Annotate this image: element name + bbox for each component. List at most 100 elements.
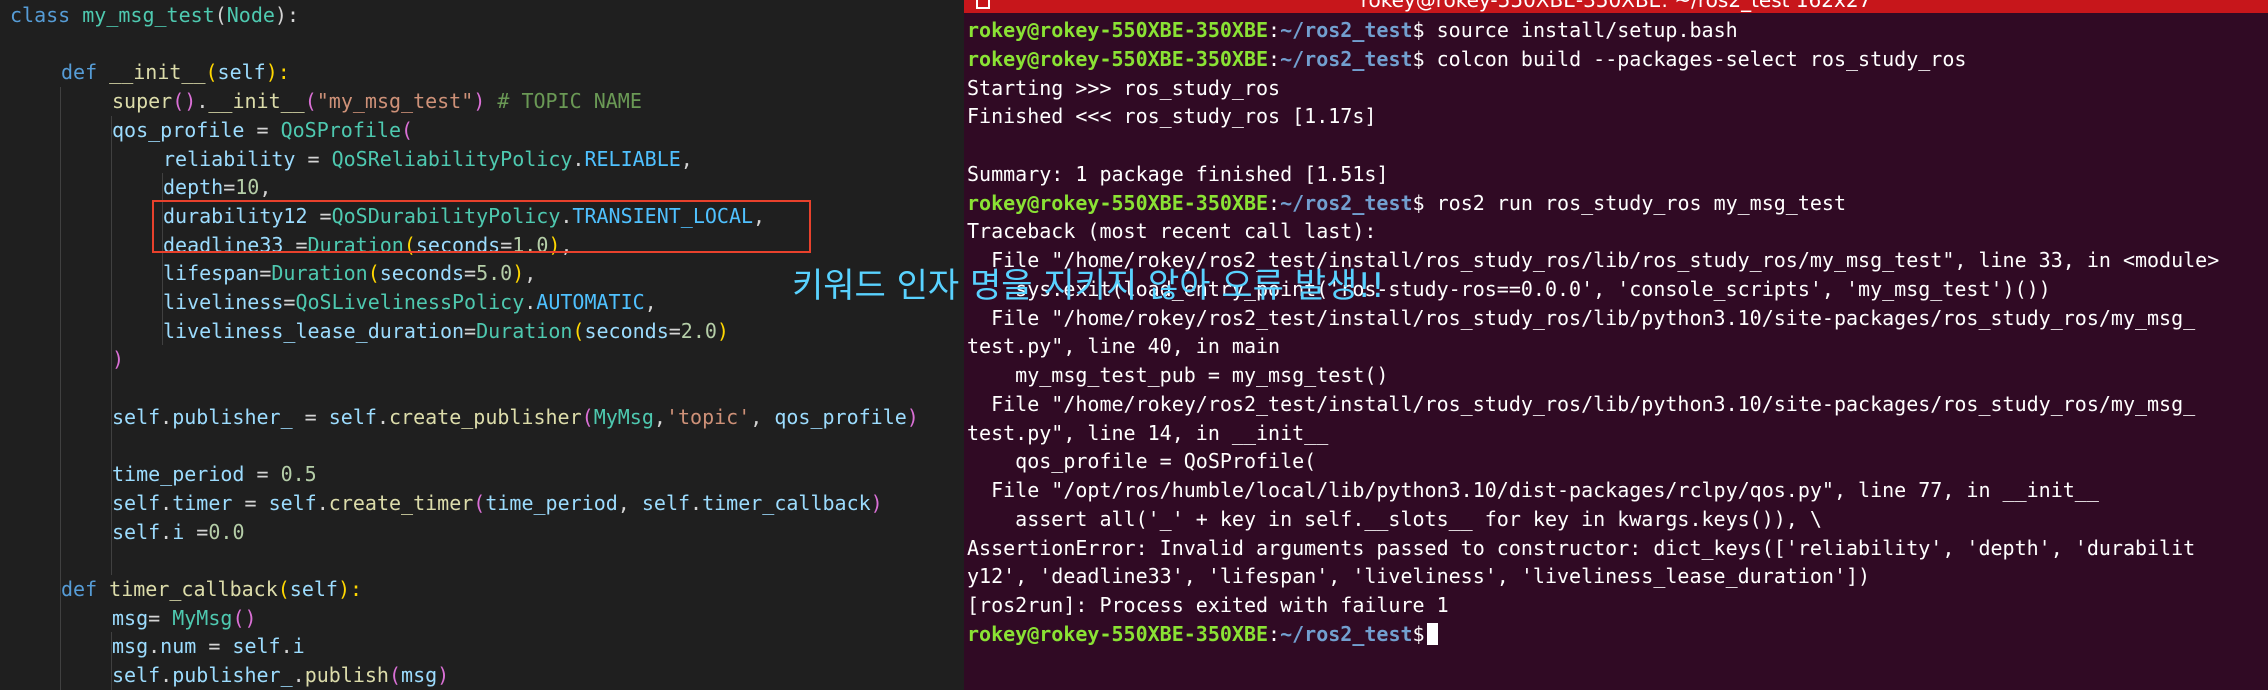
terminal-line: my_msg_test_pub = my_msg_test() <box>967 361 1388 389</box>
code-line: self.i =0.0 <box>112 518 244 546</box>
prompt-path: ~/ros2_test <box>1280 46 1413 71</box>
code-token: . <box>148 634 161 659</box>
code-token: 2.0 <box>680 318 717 343</box>
code-token: ( <box>205 60 218 85</box>
code-token: i <box>172 519 185 544</box>
code-token: my_msg_test <box>82 3 215 27</box>
output-text: Finished <<< ros_study_ros [1.17s] <box>967 104 1377 129</box>
code-token: timer_callback <box>109 577 278 601</box>
code-token: self <box>112 404 161 429</box>
code-token: . <box>196 89 209 114</box>
prompt-path: ~/ros2_test <box>1280 621 1413 646</box>
indent-guide <box>60 87 61 690</box>
terminal-line: rokey@rokey-550XBE-350XBE:~/ros2_test$ <box>967 620 1438 648</box>
code-token: self <box>641 490 691 515</box>
prompt-user: rokey@rokey-550XBE-350XBE <box>967 46 1269 71</box>
code-token: QoSLivelinessPolicy <box>295 290 525 314</box>
code-line: self.publisher_.publish(msg) <box>112 661 449 689</box>
code-line: msg= MyMsg() <box>112 604 257 632</box>
code-token: depth <box>163 175 224 200</box>
code-token: liveliness <box>163 290 284 314</box>
code-token: self <box>112 663 161 688</box>
code-token: Duration <box>476 318 573 343</box>
command-text: source install/setup.bash <box>1424 18 1738 42</box>
code-line: def __init__(self): <box>61 58 290 86</box>
terminal-line: [ros2run]: Process exited with failure 1 <box>967 591 1449 619</box>
prompt-separator: : <box>1268 46 1281 71</box>
code-token: self <box>217 60 266 85</box>
code-editor-pane[interactable]: class my_msg_test(Node):def __init__(sel… <box>0 0 964 690</box>
code-token: = <box>668 318 681 343</box>
code-token: publish <box>304 663 389 688</box>
prompt-user: rokey@rokey-550XBE-350XBE <box>967 190 1269 215</box>
code-token: = <box>283 290 296 314</box>
code-token: . <box>572 146 585 171</box>
code-token: ) <box>870 490 883 515</box>
code-token: = <box>292 404 329 429</box>
code-token: self <box>289 577 338 601</box>
code-token: timer <box>172 490 233 515</box>
code-token: self <box>112 490 161 515</box>
terminal-window[interactable]: rokey@rokey-550XBE-350XBE: ~/ros2_test 1… <box>964 0 2268 690</box>
code-token: ( <box>388 663 402 688</box>
code-line: class my_msg_test(Node): <box>10 1 299 29</box>
code-token: publisher_ <box>172 404 293 429</box>
code-token: msg <box>112 605 149 630</box>
code-token: ): <box>337 577 363 601</box>
code-token: self <box>328 404 377 429</box>
terminal-cursor <box>1426 622 1438 645</box>
error-highlight-box <box>152 200 811 253</box>
terminal-line: Starting >>> ros_study_ros <box>967 74 1280 102</box>
code-token: . <box>316 490 329 515</box>
code-token: time_period <box>112 462 245 487</box>
code-line: reliability = QoSReliabilityPolicy.RELIA… <box>163 145 693 173</box>
code-token: 5.0 <box>476 261 513 286</box>
terminal-line: Traceback (most recent call last): <box>967 217 1376 245</box>
code-token: ( <box>581 404 594 429</box>
output-text: qos_profile = QoSProfile( <box>967 449 1317 474</box>
output-text: File "/home/rokey/ros2_test/install/ros_… <box>967 391 2196 416</box>
code-token: __init__ <box>208 89 305 114</box>
code-token: self <box>232 634 281 659</box>
prompt-symbol: $ <box>1412 46 1425 71</box>
code-token: seconds <box>379 261 465 286</box>
code-token: lifespan <box>163 261 260 286</box>
command-text: colcon build --packages-select ros_study… <box>1424 46 1967 71</box>
terminal-line: Finished <<< ros_study_ros [1.17s] <box>967 102 1376 130</box>
code-token: reliability <box>163 146 296 171</box>
code-token: , <box>680 146 693 171</box>
code-token: 0.5 <box>280 462 317 487</box>
code-token: num <box>160 634 197 659</box>
code-token: ( <box>214 3 227 27</box>
code-token: ) <box>473 89 486 114</box>
code-line: qos_profile = QoSProfile( <box>112 116 413 144</box>
code-token: self <box>112 519 161 544</box>
code-token: ): <box>274 3 300 27</box>
output-text: test.py", line 40, in main <box>967 334 1281 359</box>
code-token: = <box>295 146 332 171</box>
code-token: ) <box>512 261 525 286</box>
code-token: ) <box>437 663 450 688</box>
code-token: . <box>292 663 305 688</box>
terminal-line: Summary: 1 package finished [1.51s] <box>967 160 1388 188</box>
output-text: [ros2run]: Process exited with failure 1 <box>967 593 1449 617</box>
output-text: Starting >>> ros_study_ros <box>967 75 1281 100</box>
code-token: = <box>232 490 269 515</box>
code-token: = <box>196 634 233 659</box>
terminal-line: assert all('_' + key in self.__slots__ f… <box>967 505 1822 533</box>
code-token: ( <box>473 490 486 515</box>
code-token: ( <box>572 318 585 343</box>
code-line: super().__init__("my_msg_test") # TOPIC … <box>112 87 642 115</box>
code-token: i <box>292 634 305 659</box>
code-token: 'topic' <box>665 404 751 429</box>
code-token: create_timer <box>328 490 474 515</box>
code-token: 0.0 <box>208 519 245 544</box>
terminal-line: rokey@rokey-550XBE-350XBE:~/ros2_test$ c… <box>967 45 1966 73</box>
code-token: = <box>259 261 272 286</box>
prompt-path: ~/ros2_test <box>1280 190 1413 215</box>
output-text: y12', 'deadline33', 'lifespan', 'livelin… <box>967 564 1871 589</box>
output-text: AssertionError: Invalid arguments passed… <box>967 535 2196 560</box>
code-token: Duration <box>271 261 368 286</box>
code-token: , <box>617 490 642 515</box>
prompt-symbol: $ <box>1412 190 1425 215</box>
